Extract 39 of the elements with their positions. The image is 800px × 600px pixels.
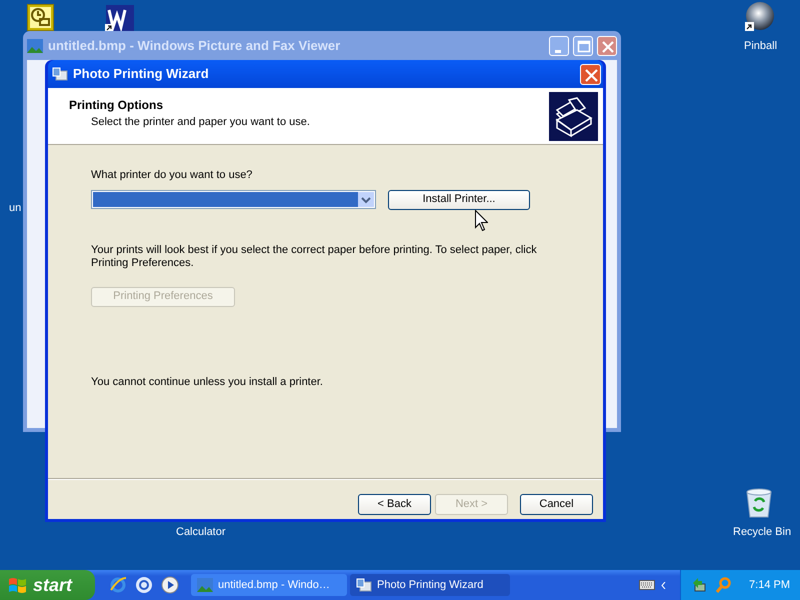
- desktop-icon-label[interactable]: Pinball: [744, 38, 778, 54]
- field-label: What printer do you want to use?: [91, 168, 254, 183]
- install-printer-button[interactable]: Install Printer...: [388, 190, 530, 210]
- warning-text: You cannot continue unless you install a printer.: [91, 374, 324, 390]
- cancel-button[interactable]: Cancel: [520, 494, 593, 515]
- taskbar-button[interactable]: Photo Printing Wizard: [350, 574, 510, 596]
- header-title: Printing Options: [69, 97, 164, 114]
- network-icon[interactable]: [691, 577, 708, 593]
- windows-flag-icon: [8, 576, 28, 594]
- window-title: untitled.bmp - Windows Picture and Fax Viewer: [48, 36, 340, 55]
- recycle-bin-icon[interactable]: [745, 488, 773, 518]
- clock: 7:14 PM: [749, 578, 790, 593]
- mouse-pointer-icon: [475, 210, 488, 231]
- hint-text: Your prints will look best if you select the correct paper before printing. To select paper, click Printing Preferences.: [91, 244, 538, 270]
- minimize-button[interactable]: [549, 36, 569, 56]
- wizard-icon: [356, 577, 372, 593]
- maximize-button[interactable]: [573, 36, 593, 56]
- printer-dropdown[interactable]: [91, 190, 376, 209]
- chevron-icon[interactable]: [661, 582, 666, 588]
- media-player-icon[interactable]: [161, 576, 179, 594]
- close-button[interactable]: [580, 64, 601, 84]
- minimize-icon: [555, 50, 561, 52]
- wizard-icon: [52, 66, 68, 82]
- start-button[interactable]: start: [0, 570, 95, 600]
- taskbar-button[interactable]: untitled.bmp - Windo…: [191, 574, 347, 596]
- back-button[interactable]: < Back: [358, 494, 431, 515]
- picture-icon: [27, 38, 43, 52]
- desktop-icon-label[interactable]: un: [9, 200, 22, 216]
- header-subtitle: Select the printer and paper you want to use.: [90, 115, 311, 130]
- picture-icon: [197, 578, 213, 592]
- pinball-icon[interactable]: [744, 2, 775, 32]
- clock-document-icon[interactable]: [27, 4, 54, 31]
- document-shortcut-icon[interactable]: [105, 5, 134, 32]
- browser-icon[interactable]: [109, 576, 127, 594]
- dialog-title: Photo Printing Wizard: [73, 65, 209, 84]
- desktop-icon-label[interactable]: Calculator: [176, 524, 226, 540]
- close-button[interactable]: [597, 36, 617, 56]
- keyboard-icon[interactable]: [639, 580, 656, 590]
- desktop-icon-label[interactable]: Recycle Bin: [733, 524, 792, 540]
